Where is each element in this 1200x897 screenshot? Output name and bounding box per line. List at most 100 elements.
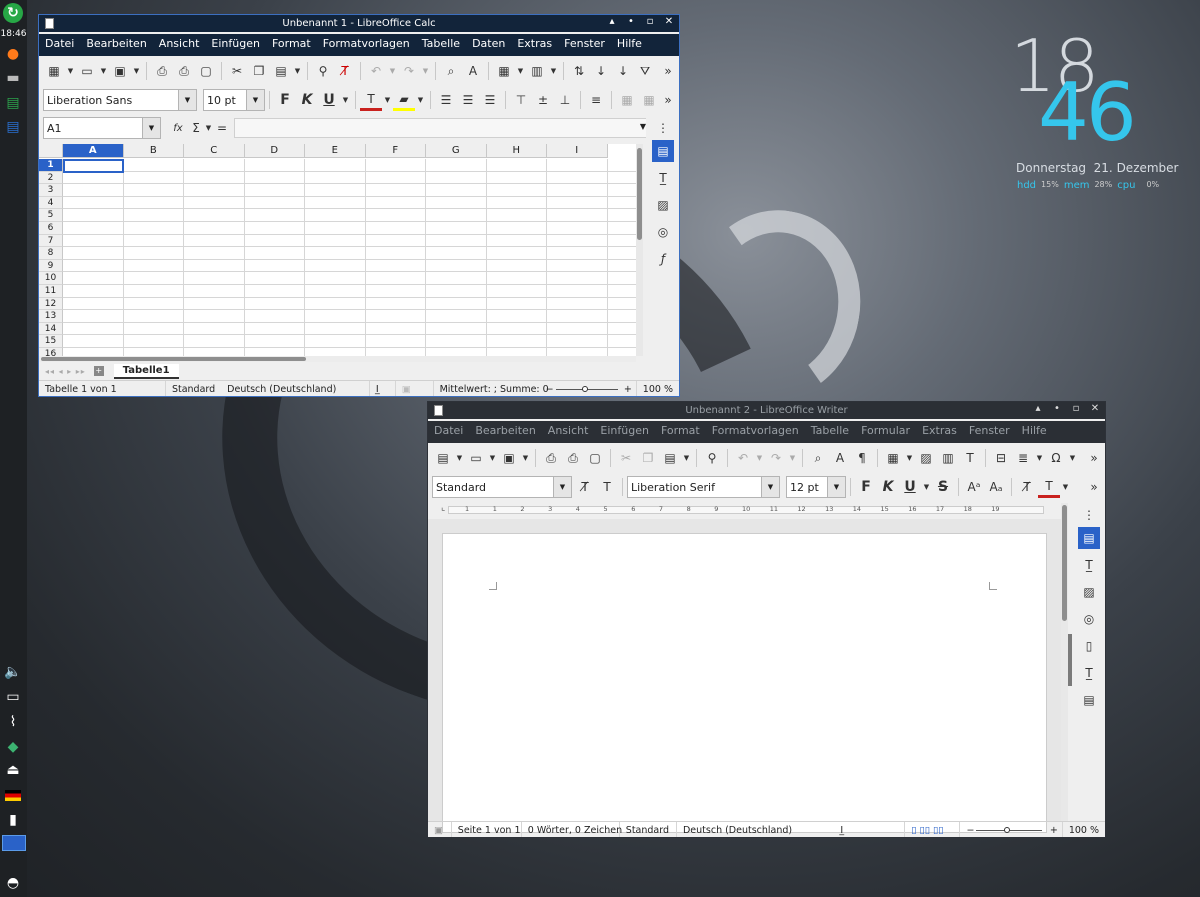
merge-cells-icon[interactable]: ▦ [616, 89, 638, 111]
maximize-icon[interactable]: ▫ [1070, 403, 1082, 414]
insert-image-icon[interactable]: ▨ [915, 447, 937, 469]
table-dropdown-icon[interactable]: ▼ [904, 447, 915, 469]
chevron-down-icon[interactable]: ▼ [142, 118, 160, 138]
app-launcher-icon[interactable]: ↻ [3, 3, 23, 23]
menu-tabelle[interactable]: Tabelle [416, 34, 466, 56]
copy-icon[interactable]: ❐ [248, 60, 270, 82]
special-char-dropdown-icon[interactable]: ▼ [1067, 447, 1078, 469]
functions-icon[interactable]: ƒ [652, 248, 674, 270]
menu-hilfe[interactable]: Hilfe [1016, 421, 1053, 443]
open-icon[interactable]: ▭ [76, 60, 98, 82]
redo-dropdown-icon[interactable]: ▼ [420, 60, 431, 82]
row-header-13[interactable]: 13 [39, 310, 63, 323]
formatting-marks-icon[interactable]: ¶ [851, 447, 873, 469]
italic-button[interactable]: K [296, 89, 318, 111]
sidebar-menu-icon[interactable]: ⋮ [1078, 508, 1100, 522]
writer-titlebar[interactable]: Unbenannt 2 - LibreOffice Writer ▴ • ▫ ✕ [428, 402, 1105, 419]
menu-formular[interactable]: Formular [855, 421, 916, 443]
save-icon[interactable]: ▣ [109, 60, 131, 82]
clear-formatting-icon[interactable]: T̸ [334, 60, 356, 82]
spelling-icon[interactable]: A [462, 60, 484, 82]
clipboard-icon[interactable]: ⌇ [3, 712, 23, 732]
menu-formatvorlagen[interactable]: Formatvorlagen [706, 421, 805, 443]
font-color-icon[interactable]: T [1038, 476, 1060, 498]
new-icon[interactable]: ▤ [432, 447, 454, 469]
column-header-i[interactable]: I [547, 144, 608, 158]
more-formatting-icon[interactable]: » [1083, 476, 1105, 498]
navigator-icon[interactable]: ◎ [652, 221, 674, 243]
redo-icon[interactable]: ↷ [765, 447, 787, 469]
sort-ascending-icon[interactable]: ↓ [590, 60, 612, 82]
align-center-icon[interactable]: ☰ [457, 89, 479, 111]
menu-extras[interactable]: Extras [511, 34, 558, 56]
language[interactable]: Deutsch (Deutschland) [221, 380, 370, 396]
maximize-icon[interactable]: ▫ [644, 16, 656, 27]
page-style[interactable]: Standard [620, 821, 677, 837]
menu-ansicht[interactable]: Ansicht [542, 421, 595, 443]
column-header-a[interactable]: A [63, 144, 124, 158]
sort-descending-icon[interactable]: ↓ [612, 60, 634, 82]
battery-icon[interactable]: ▮ [3, 810, 23, 830]
selection-mode-icon[interactable]: I̲ [370, 380, 396, 396]
styles-icon[interactable]: T̲ [1078, 554, 1100, 576]
clear-formatting-icon[interactable]: T̸ [1016, 476, 1038, 498]
copy-icon[interactable]: ❐ [637, 447, 659, 469]
sheet-tab[interactable]: Tabelle1 [113, 363, 179, 379]
undo-icon[interactable]: ↶ [732, 447, 754, 469]
menu-daten[interactable]: Daten [466, 34, 511, 56]
menu-einfuegen[interactable]: Einfügen [205, 34, 266, 56]
page-icon[interactable]: ▯ [1078, 635, 1100, 657]
function-wizard-icon[interactable]: fx [167, 117, 189, 139]
keep-above-icon[interactable]: ▴ [606, 16, 618, 27]
vertical-scrollbar[interactable] [636, 144, 643, 356]
autofilter-icon[interactable]: ⛛ [634, 60, 656, 82]
print-preview-icon[interactable]: ▢ [584, 447, 606, 469]
special-character-icon[interactable]: Ω [1045, 447, 1067, 469]
insert-table-icon[interactable]: ▦ [882, 447, 904, 469]
row-dropdown-icon[interactable]: ▼ [515, 60, 526, 82]
update-style-icon[interactable]: T̸ [574, 476, 596, 498]
page-style[interactable]: Standard [166, 381, 221, 397]
menu-einfuegen[interactable]: Einfügen [594, 421, 655, 443]
column-header-f[interactable]: F [365, 144, 426, 158]
column-header-e[interactable]: E [305, 144, 366, 158]
zoom-level[interactable]: 100 % [1063, 822, 1105, 838]
insert-pagebreak-icon[interactable]: ⊟ [990, 447, 1012, 469]
view-layout-icon[interactable]: ▯ ▯▯ ▯▯ [905, 821, 961, 837]
styles-icon[interactable]: T̲ [652, 167, 674, 189]
export-pdf-icon[interactable]: ⎙ [151, 60, 173, 82]
package-icon[interactable]: ◆ [3, 737, 23, 757]
show-desktop-icon[interactable]: ◓ [3, 873, 23, 893]
column-header-h[interactable]: H [486, 144, 547, 158]
redo-dropdown-icon[interactable]: ▼ [787, 447, 798, 469]
subscript-icon[interactable]: Aₐ [985, 476, 1007, 498]
menu-ansicht[interactable]: Ansicht [153, 34, 206, 56]
clone-formatting-icon[interactable]: ⚲ [701, 447, 723, 469]
chevron-down-icon[interactable]: ▼ [553, 477, 571, 497]
tab-stop-icon[interactable]: ⌞ [441, 503, 445, 513]
keep-above-icon[interactable]: ▴ [1032, 403, 1044, 414]
new-style-icon[interactable]: T [596, 476, 618, 498]
cut-icon[interactable]: ✂ [615, 447, 637, 469]
properties-icon[interactable]: ▤ [652, 140, 674, 162]
volume-icon[interactable]: 🔈 [3, 662, 23, 682]
chevron-down-icon[interactable]: ▼ [827, 477, 845, 497]
paste-icon[interactable]: ▤ [270, 60, 292, 82]
sort-icon[interactable]: ⇅ [568, 60, 590, 82]
manage-changes-icon[interactable]: ▤ [1078, 689, 1100, 711]
chevron-down-icon[interactable]: ▼ [178, 90, 196, 110]
redo-icon[interactable]: ↷ [398, 60, 420, 82]
more-toolbar-icon[interactable]: » [657, 60, 679, 82]
firefox-icon[interactable]: ● [3, 44, 23, 64]
close-icon[interactable]: ✕ [1089, 403, 1101, 414]
font-name-combo[interactable]: Liberation Serif ▼ [627, 476, 780, 498]
print-icon[interactable]: ⎙ [173, 60, 195, 82]
menu-bearbeiten[interactable]: Bearbeiten [469, 421, 541, 443]
font-size-combo[interactable]: 12 pt ▼ [786, 476, 846, 498]
undo-icon[interactable]: ↶ [365, 60, 387, 82]
keyboard-layout-de-icon[interactable] [3, 785, 23, 805]
eject-icon[interactable]: ⏏ [3, 760, 23, 780]
underline-dropdown-icon[interactable]: ▼ [921, 476, 932, 498]
spelling-icon[interactable]: A [829, 447, 851, 469]
sum-display[interactable]: Mittelwert: ; Summe: 0 [434, 381, 549, 397]
